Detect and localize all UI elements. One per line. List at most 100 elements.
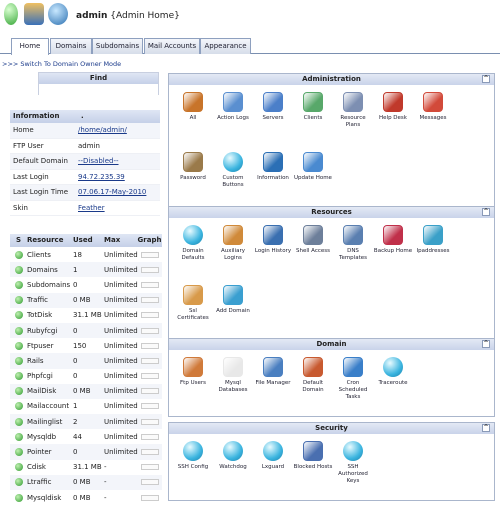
resource-name: Phpfcgi bbox=[27, 372, 53, 381]
traceroute-button[interactable]: Traceroute bbox=[373, 353, 413, 413]
help-desk-button[interactable]: Help Desk bbox=[373, 88, 413, 148]
panel-domain: Domain ^ Ftp Users Mysql Databases File Mana… bbox=[168, 338, 495, 417]
password-button[interactable]: Password bbox=[173, 148, 213, 208]
resource-name: Pointer bbox=[27, 448, 52, 457]
resources-table: S Resource Used Max Graph Clients 18 Unlim… bbox=[10, 234, 162, 505]
panel-header: Security ^ bbox=[169, 423, 494, 434]
info-link[interactable]: 07.06.17-May-2010 bbox=[78, 188, 160, 196]
ftp-users-button[interactable]: Ftp Users bbox=[173, 353, 213, 413]
icon-label: Ipaddresses bbox=[416, 248, 450, 254]
ftp-users-icon bbox=[183, 357, 203, 377]
resource-name: Domains bbox=[27, 265, 58, 274]
icon-label: Custom Buttons bbox=[222, 175, 244, 188]
watchdog-button[interactable]: Watchdog bbox=[213, 437, 253, 497]
tab-subdomains[interactable]: Subdomains bbox=[92, 38, 143, 54]
ip-icon bbox=[423, 225, 443, 245]
helpdesk-icon bbox=[383, 92, 403, 112]
switch-mode-link[interactable]: >>> Switch To Domain Owner Mode bbox=[2, 60, 121, 68]
information-button[interactable]: Information bbox=[253, 148, 293, 208]
tab-mail-accounts[interactable]: Mail Accounts bbox=[144, 38, 200, 54]
collapse-icon[interactable]: ^ bbox=[482, 75, 490, 83]
icon-label: Backup Home bbox=[373, 248, 413, 254]
resource-used: 0 MB bbox=[73, 296, 91, 305]
info-link[interactable]: 94.72.235.39 bbox=[78, 173, 160, 181]
info-link[interactable]: --Disabled-- bbox=[78, 157, 160, 165]
resource-name: Clients bbox=[27, 250, 51, 259]
tab-domains[interactable]: Domains bbox=[50, 38, 92, 54]
default-domain-button[interactable]: Default Domain bbox=[293, 353, 333, 413]
cron-scheduled-tasks-button[interactable]: Cron Scheduled Tasks bbox=[333, 353, 373, 413]
icon-label: Add Domain bbox=[216, 308, 250, 314]
dns-templates-button[interactable]: DNS Templates bbox=[333, 221, 373, 281]
status-cell bbox=[10, 493, 27, 502]
tab-appearance[interactable]: Appearance bbox=[200, 38, 251, 54]
domain-defaults-button[interactable]: Domain Defaults bbox=[173, 221, 213, 281]
users-icon[interactable] bbox=[24, 3, 44, 25]
clients-icon bbox=[303, 92, 323, 112]
header-max: Max bbox=[104, 236, 121, 244]
blocked-hosts-button[interactable]: Blocked Hosts bbox=[293, 437, 333, 497]
file-manager-button[interactable]: File Manager bbox=[253, 353, 293, 413]
usage-graph bbox=[140, 494, 159, 501]
resource-plans-button[interactable]: Resource Plans bbox=[333, 88, 373, 148]
backup-home-button[interactable]: Backup Home bbox=[373, 221, 413, 281]
ssh-authorized-keys-button[interactable]: SSH Authorized Keys bbox=[333, 437, 373, 497]
mysql-databases-button[interactable]: Mysql Databases bbox=[213, 353, 253, 413]
backup-icon bbox=[383, 225, 403, 245]
shell-icon bbox=[303, 225, 323, 245]
ipaddresses-button[interactable]: Ipaddresses bbox=[413, 221, 453, 281]
auxiliary-logins-button[interactable]: Auxiliary Logins bbox=[213, 221, 253, 281]
login-history-button[interactable]: Login History bbox=[253, 221, 293, 281]
graph-cell bbox=[137, 312, 162, 319]
servers-button[interactable]: Servers bbox=[253, 88, 293, 148]
lxguard-button[interactable]: Lxguard bbox=[253, 437, 293, 497]
graph-cell bbox=[137, 494, 162, 501]
tab-home[interactable]: Home bbox=[11, 38, 49, 55]
resource-used: 31.1 MB bbox=[73, 463, 102, 472]
update-home-button[interactable]: Update Home bbox=[293, 148, 333, 208]
graph-cell bbox=[137, 433, 162, 440]
add-domain-button[interactable]: Add Domain bbox=[213, 281, 253, 341]
find-input[interactable] bbox=[39, 84, 158, 95]
resource-max: Unlimited bbox=[104, 250, 138, 259]
usage-graph bbox=[140, 357, 159, 364]
info-link[interactable]: Feather bbox=[78, 204, 160, 212]
resource-used: 0 MB bbox=[73, 478, 91, 487]
info-link[interactable]: /home/admin/ bbox=[78, 126, 160, 134]
usage-graph bbox=[140, 479, 159, 486]
icon-label: Ftp Users bbox=[180, 380, 206, 386]
action-logs-button[interactable]: Action Logs bbox=[213, 88, 253, 148]
plans-icon bbox=[343, 92, 363, 112]
collapse-icon[interactable]: ^ bbox=[482, 424, 490, 432]
info-row: Skin Feather bbox=[10, 201, 160, 216]
status-ball-icon[interactable] bbox=[4, 3, 18, 25]
shell-access-button[interactable]: Shell Access bbox=[293, 221, 333, 281]
all-button[interactable]: All bbox=[173, 88, 213, 148]
resource-max: Unlimited bbox=[104, 265, 138, 274]
status-ok-icon bbox=[14, 280, 23, 289]
status-cell bbox=[10, 402, 27, 411]
status-cell bbox=[10, 326, 27, 335]
custom-buttons-button[interactable]: Custom Buttons bbox=[213, 148, 253, 208]
resource-name: Rubyfcgi bbox=[27, 326, 58, 335]
clients-button[interactable]: Clients bbox=[293, 88, 333, 148]
graph-cell bbox=[137, 418, 162, 425]
globe-user-icon[interactable] bbox=[48, 3, 68, 25]
collapse-icon[interactable]: ^ bbox=[482, 340, 490, 348]
status-ok-icon bbox=[14, 402, 23, 411]
icon-label: Traceroute bbox=[378, 380, 408, 386]
ssl-certificates-button[interactable]: Ssl Certificates bbox=[173, 281, 213, 341]
resource-used: 0 bbox=[73, 280, 78, 289]
resource-used: 44 bbox=[73, 432, 82, 441]
icon-label: Shell Access bbox=[296, 248, 330, 254]
status-cell bbox=[10, 448, 27, 457]
status-ok-icon bbox=[14, 387, 23, 396]
info-key: Default Domain bbox=[13, 157, 68, 166]
cron-icon bbox=[343, 357, 363, 377]
resource-max: Unlimited bbox=[104, 341, 138, 350]
panel-title: Domain bbox=[316, 340, 347, 348]
ssh-config-button[interactable]: SSH Config bbox=[173, 437, 213, 497]
messages-button[interactable]: Messages bbox=[413, 88, 453, 148]
information-header: Information. bbox=[10, 110, 160, 123]
collapse-icon[interactable]: ^ bbox=[482, 208, 490, 216]
